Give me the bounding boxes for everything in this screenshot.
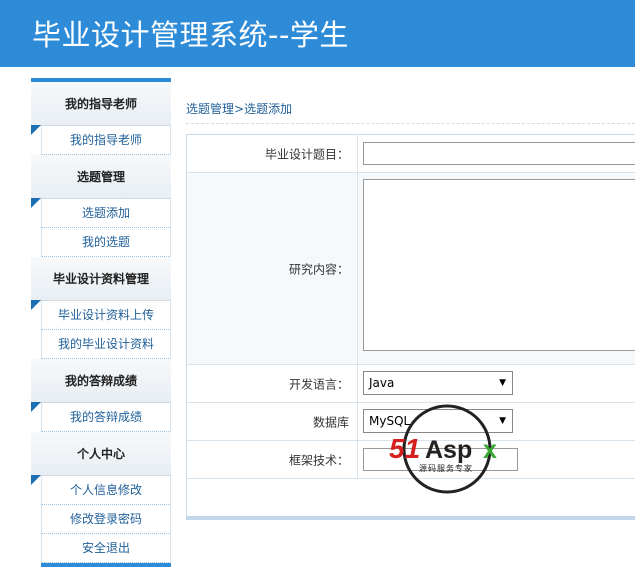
sidebar-group-label: 个人中心: [76, 447, 125, 461]
sidebar-group-label: 毕业设计资料管理: [52, 272, 149, 286]
divider: [186, 123, 635, 124]
sidebar-group-teacher[interactable]: 我的指导老师: [31, 82, 171, 135]
dropdown-arrow-icon: ▼: [499, 378, 506, 388]
form-row-title: 毕业设计题目：: [187, 135, 635, 173]
corner-decoration-icon: [31, 300, 41, 310]
breadcrumb-parent[interactable]: 选题管理: [186, 102, 234, 116]
title-label: 毕业设计题目：: [264, 147, 349, 161]
breadcrumb-current: 选题添加: [244, 102, 293, 116]
watermark-logo: 51 Asp x 源码服务专家: [385, 403, 510, 495]
sidebar-item-change-password[interactable]: 修改登录密码: [41, 505, 171, 534]
breadcrumb-separator: >: [234, 102, 245, 116]
sidebar-item-my-materials[interactable]: 我的毕业设计资料: [41, 330, 171, 359]
sidebar-group-label: 选题管理: [76, 170, 125, 184]
app-title: 毕业设计管理系统--学生: [32, 18, 349, 52]
sidebar-group-materials[interactable]: 毕业设计资料管理: [31, 257, 171, 310]
app-header: 毕业设计管理系统--学生: [0, 0, 635, 67]
sidebar-item-logout[interactable]: 安全退出: [41, 534, 171, 563]
framework-label: 框架技术：: [288, 453, 349, 467]
sidebar-item-my-teacher[interactable]: 我的指导老师: [41, 126, 171, 155]
language-label: 开发语言：: [288, 377, 349, 391]
title-input[interactable]: [363, 142, 635, 165]
sidebar-group-personal[interactable]: 个人中心: [31, 432, 171, 485]
sidebar-group-label: 我的指导老师: [64, 97, 137, 111]
corner-decoration-icon: [31, 402, 41, 412]
language-selected-value: Java: [369, 376, 395, 390]
sidebar-item-defense-score[interactable]: 我的答辩成绩: [41, 403, 171, 432]
content-textarea[interactable]: [363, 179, 635, 351]
sidebar-item-profile-edit[interactable]: 个人信息修改: [41, 476, 171, 505]
form-row-language: 开发语言： Java ▼: [187, 365, 635, 403]
watermark-logo-icon: 51 Asp x 源码服务专家: [389, 404, 497, 494]
sidebar-item-my-topic[interactable]: 我的选题: [41, 228, 171, 257]
corner-decoration-icon: [31, 198, 41, 208]
form-row-content: 研究内容：: [187, 173, 635, 365]
database-label: 数据库: [312, 415, 349, 429]
sidebar-group-label: 我的答辩成绩: [64, 374, 137, 388]
sidebar-item-topic-add[interactable]: 选题添加: [41, 199, 171, 228]
sidebar-group-topic[interactable]: 选题管理: [31, 155, 171, 208]
sidebar-group-defense[interactable]: 我的答辩成绩: [31, 359, 171, 412]
svg-text:Asp: Asp: [425, 436, 472, 464]
breadcrumb: 选题管理>选题添加: [186, 100, 292, 117]
svg-text:x: x: [483, 436, 497, 464]
corner-decoration-icon: [31, 125, 41, 135]
svg-text:51: 51: [389, 433, 420, 464]
sidebar-item-materials-upload[interactable]: 毕业设计资料上传: [41, 301, 171, 330]
sidebar: 我的指导老师 我的指导老师 选题管理 选题添加 我的选题 毕业设计资料管理 毕业…: [31, 78, 171, 567]
corner-decoration-icon: [31, 475, 41, 485]
content-label: 研究内容：: [288, 262, 349, 276]
language-select[interactable]: Java ▼: [363, 371, 513, 395]
svg-text:源码服务专家: 源码服务专家: [419, 463, 473, 473]
